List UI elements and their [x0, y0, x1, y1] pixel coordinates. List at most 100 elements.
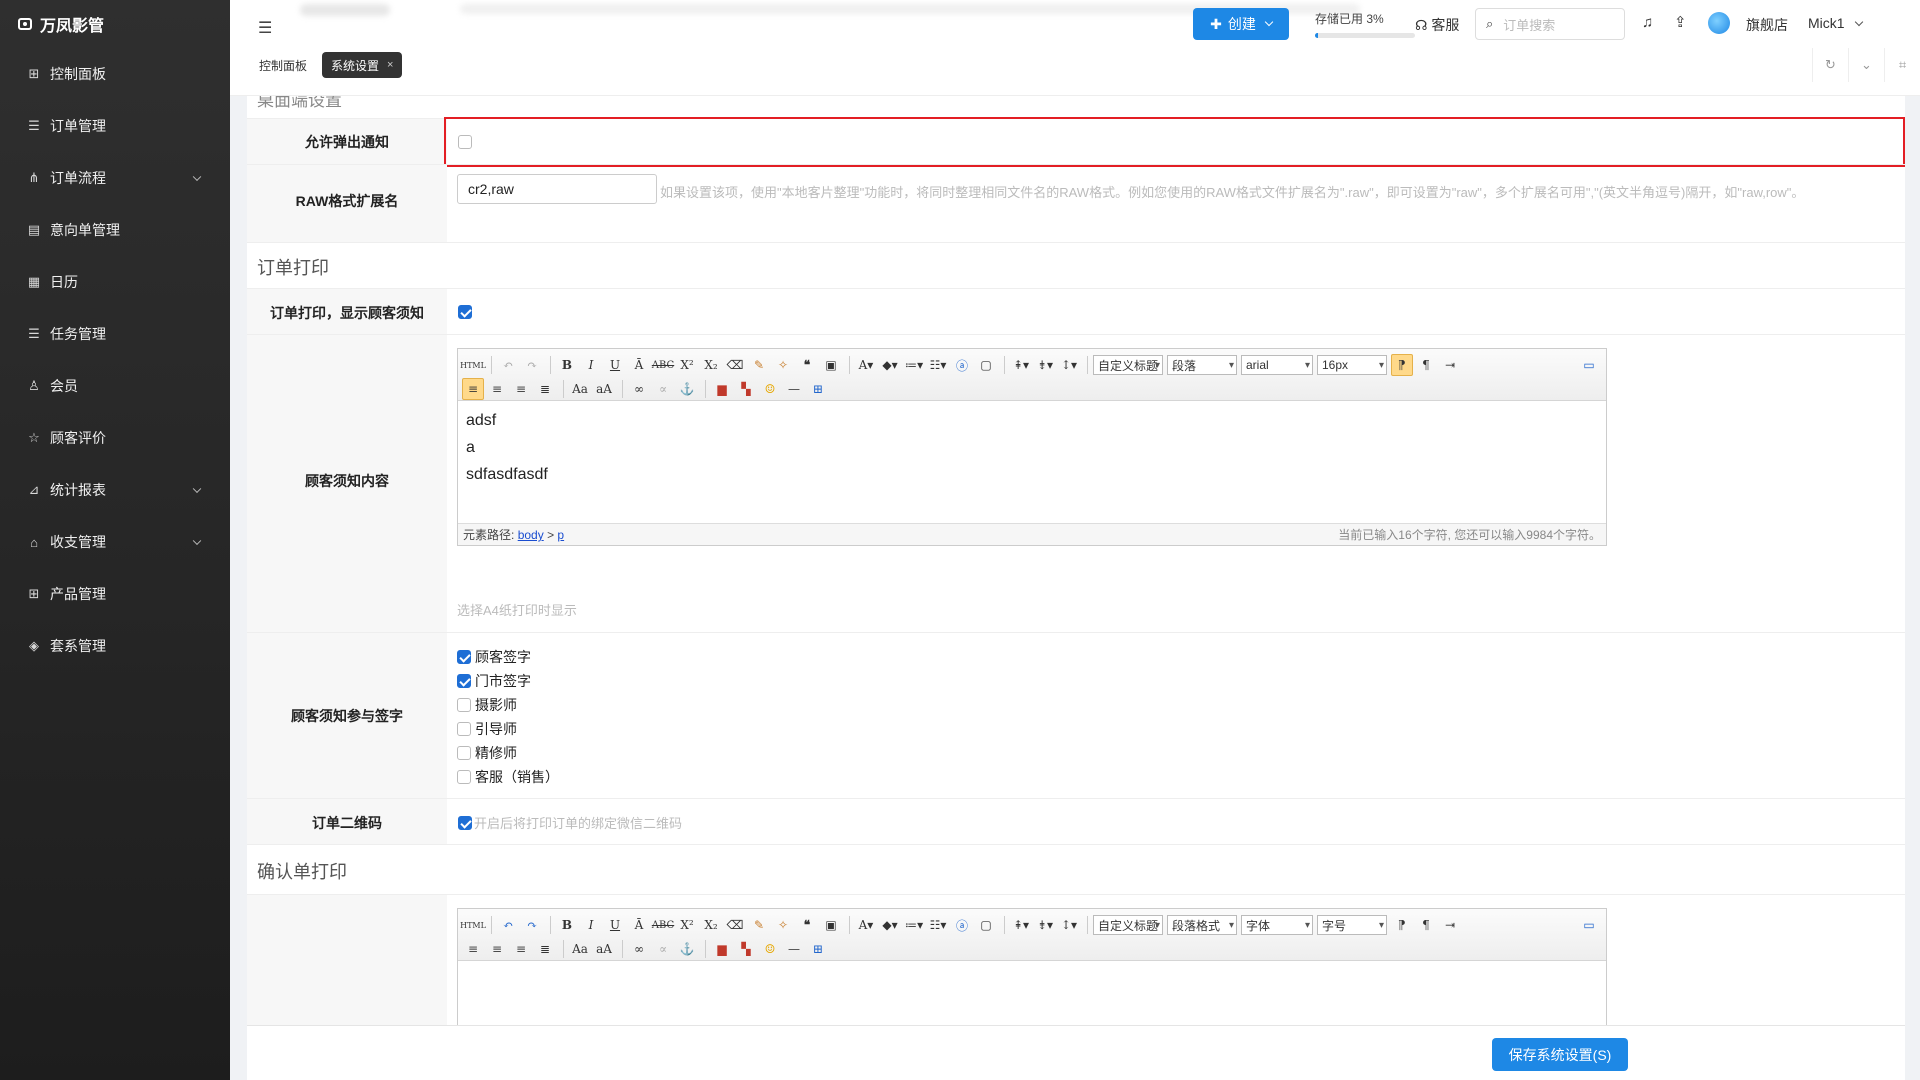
custom-title-select[interactable]: 自定义标题	[1093, 915, 1163, 935]
italic-icon[interactable]: I	[580, 914, 602, 936]
paste-plain-icon[interactable]: ▣	[820, 914, 842, 936]
blockquote-icon[interactable]: ❝	[796, 354, 818, 376]
bold-icon[interactable]: B	[556, 914, 578, 936]
multi-image-icon[interactable]: ▚	[735, 378, 757, 400]
raw-extension-input[interactable]: cr2,raw	[457, 174, 657, 204]
undo-icon[interactable]: ↶	[497, 914, 519, 936]
sidebar-item[interactable]: ☰ 订单管理	[0, 100, 230, 152]
rtl-icon[interactable]: ¶	[1415, 354, 1437, 376]
sidebar-item[interactable]: ⊿ 统计报表	[0, 464, 230, 516]
sidebar-item[interactable]: ⊞ 产品管理	[0, 568, 230, 620]
show-notice-checkbox[interactable]	[458, 305, 472, 319]
signature-option[interactable]: 门市签字	[457, 669, 559, 693]
customer-service-button[interactable]: ☊ 客服	[1415, 15, 1459, 35]
ordered-list-icon[interactable]: ≔▾	[903, 354, 925, 376]
refresh-icon[interactable]: ↻	[1812, 48, 1848, 82]
path-body-link[interactable]: body	[518, 528, 544, 542]
auto-format-icon[interactable]: ✧	[772, 354, 794, 376]
undo-icon[interactable]: ↶	[497, 354, 519, 376]
sidebar-item[interactable]: ▦ 日历	[0, 256, 230, 308]
sidebar-item[interactable]: ◈ 套系管理	[0, 620, 230, 672]
font-border-icon[interactable]: Ā	[628, 914, 650, 936]
signature-option[interactable]: 引导师	[457, 717, 559, 741]
eraser-icon[interactable]: ⌫	[724, 914, 746, 936]
to-uppercase-icon[interactable]: Aa	[569, 378, 591, 400]
sidebar-item[interactable]: ⊞ 控制面板	[0, 48, 230, 100]
emotion-icon[interactable]: ☺	[759, 378, 781, 400]
html-source-icon[interactable]: HTML	[460, 914, 486, 936]
html-source-icon[interactable]: HTML	[460, 354, 486, 376]
background-color-icon[interactable]: ◆▾	[879, 354, 901, 376]
sidebar-item[interactable]: ⌂ 收支管理	[0, 516, 230, 568]
chevron-down-icon[interactable]: ⌄	[1848, 48, 1884, 82]
upload-icon[interactable]: ⇪	[1674, 13, 1687, 31]
app-logo[interactable]: 万凤影管	[0, 0, 230, 48]
link-icon[interactable]: ∞	[628, 378, 650, 400]
font-border-icon[interactable]: Ā	[628, 354, 650, 376]
bell-icon[interactable]: ♫	[1642, 14, 1653, 31]
signature-checkbox[interactable]	[457, 770, 471, 784]
tab[interactable]: 控制面板	[250, 52, 316, 78]
indent-icon[interactable]: ⇥	[1439, 354, 1461, 376]
clear-doc-icon[interactable]: ▢	[975, 914, 997, 936]
save-settings-button[interactable]: 保存系统设置(S)	[1492, 1038, 1628, 1071]
row-spacing-top-icon[interactable]: ⇞▾	[1010, 914, 1032, 936]
background-color-icon[interactable]: ◆▾	[879, 914, 901, 936]
sidebar-item[interactable]: ▤ 意向单管理	[0, 204, 230, 256]
image-icon[interactable]: ▆	[711, 938, 733, 960]
clear-doc-icon[interactable]: ▢	[975, 354, 997, 376]
line-height-icon[interactable]: ↕▾	[1058, 354, 1080, 376]
signature-option[interactable]: 客服（销售）	[457, 765, 559, 789]
font-family-select[interactable]: arial	[1241, 355, 1313, 375]
indent-icon[interactable]: ⇥	[1439, 914, 1461, 936]
format-brush-icon[interactable]: ✎	[748, 914, 770, 936]
ltr-icon[interactable]: ⁋	[1391, 914, 1413, 936]
row-spacing-bottom-icon[interactable]: ⇟▾	[1034, 354, 1056, 376]
font-color-icon[interactable]: A▾	[855, 354, 877, 376]
signature-checkbox[interactable]	[457, 722, 471, 736]
paragraph-select[interactable]: 段落	[1167, 355, 1237, 375]
align-center-icon[interactable]: ≡	[486, 378, 508, 400]
user-menu[interactable]: Mick1	[1808, 15, 1864, 31]
blockquote-icon[interactable]: ❝	[796, 914, 818, 936]
row-spacing-bottom-icon[interactable]: ⇟▾	[1034, 914, 1056, 936]
font-family-select[interactable]: 字体	[1241, 915, 1313, 935]
tab[interactable]: 系统设置 ×	[322, 52, 403, 78]
link-icon[interactable]: ∞	[628, 938, 650, 960]
path-p-link[interactable]: p	[557, 528, 564, 542]
editor-body[interactable]	[458, 961, 1606, 973]
paragraph-select[interactable]: 段落格式	[1167, 915, 1237, 935]
sidebar-item[interactable]: ♙ 会员	[0, 360, 230, 412]
rtl-icon[interactable]: ¶	[1415, 914, 1437, 936]
to-lowercase-icon[interactable]: aA	[593, 378, 615, 400]
line-height-icon[interactable]: ↕▾	[1058, 914, 1080, 936]
to-uppercase-icon[interactable]: Aa	[569, 938, 591, 960]
custom-title-select[interactable]: 自定义标题	[1093, 355, 1163, 375]
fullscreen-editor-icon[interactable]: ▭	[1578, 354, 1600, 376]
signature-option[interactable]: 顾客签字	[457, 645, 559, 669]
signature-checkbox[interactable]	[457, 698, 471, 712]
unlink-icon[interactable]: ∝	[652, 938, 674, 960]
row-spacing-top-icon[interactable]: ⇞▾	[1010, 354, 1032, 376]
close-icon[interactable]: ×	[387, 59, 393, 71]
table-icon[interactable]: ⊞	[807, 378, 829, 400]
bold-icon[interactable]: B	[556, 354, 578, 376]
align-justify-icon[interactable]: ≣	[534, 378, 556, 400]
italic-icon[interactable]: I	[580, 354, 602, 376]
superscript-icon[interactable]: X²	[676, 354, 698, 376]
signature-checkbox[interactable]	[457, 650, 471, 664]
image-icon[interactable]: ▆	[711, 378, 733, 400]
horizontal-rule-icon[interactable]: —	[783, 938, 805, 960]
anchor-icon[interactable]: ⚓	[676, 938, 698, 960]
select-all-icon[interactable]: ⓐ	[951, 914, 973, 936]
store-name[interactable]: 旗舰店	[1746, 15, 1788, 35]
paste-plain-icon[interactable]: ▣	[820, 354, 842, 376]
subscript-icon[interactable]: X₂	[700, 354, 722, 376]
fullscreen-editor-icon[interactable]: ▭	[1578, 914, 1600, 936]
anchor-icon[interactable]: ⚓	[676, 378, 698, 400]
font-color-icon[interactable]: A▾	[855, 914, 877, 936]
align-right-icon[interactable]: ≡	[510, 378, 532, 400]
table-icon[interactable]: ⊞	[807, 938, 829, 960]
align-left-icon[interactable]: ≡	[462, 378, 484, 400]
unlink-icon[interactable]: ∝	[652, 378, 674, 400]
